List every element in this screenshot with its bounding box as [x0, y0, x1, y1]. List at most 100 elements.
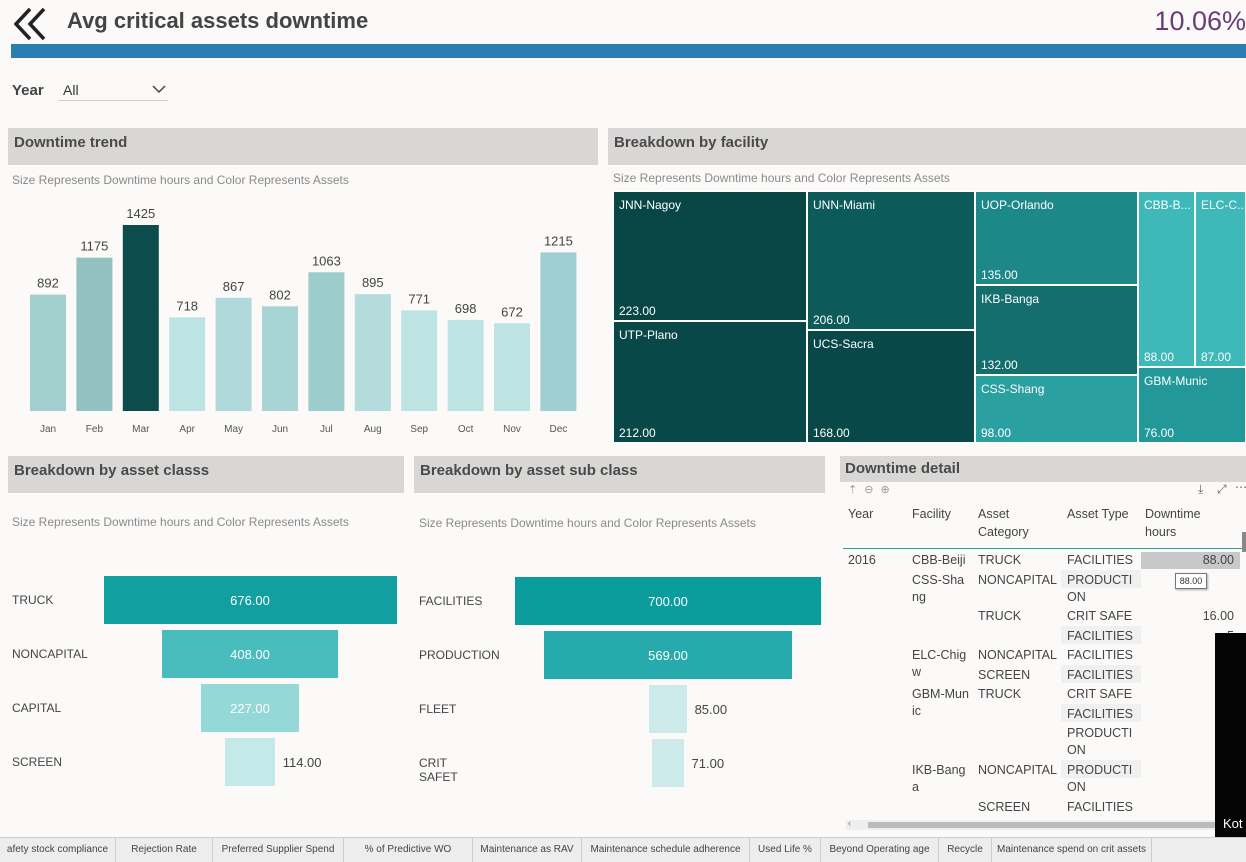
- bar-oct[interactable]: [447, 319, 484, 411]
- cell-type: FACILITIES: [1067, 629, 1133, 643]
- col-header-facility[interactable]: Facility: [912, 505, 951, 523]
- x-tick-label: Nov: [503, 424, 521, 435]
- treemap-cell-value: 87.00: [1201, 350, 1232, 364]
- treemap-cell-value: 168.00: [813, 426, 850, 440]
- downtime-trend-subtitle: Size Represents Downtime hours and Color…: [12, 173, 349, 187]
- cell-hours: 88.00: [1141, 552, 1240, 569]
- chevron-down-icon: [152, 85, 166, 94]
- header-accent-bar: [11, 44, 1246, 58]
- page-tab[interactable]: Rejection Rate: [116, 838, 213, 862]
- funnel-value: 569.00: [648, 648, 688, 663]
- treemap-cell-name: UTP-Plano: [619, 328, 678, 342]
- col-header-category[interactable]: Asset Category: [978, 505, 1048, 541]
- bar-jun[interactable]: [262, 306, 298, 411]
- funnel-bar[interactable]: [225, 738, 275, 786]
- treemap-cell-name: JNN-Nagoy: [619, 198, 682, 212]
- downtime-trend-chart: 892 Jan 1175 Feb 1425 Mar 718 Apr 867 May 802 Jun 10…: [30, 206, 577, 435]
- funnel-label: SCREEN: [12, 755, 63, 769]
- bar-aug[interactable]: [354, 294, 391, 411]
- page-tabs: afety stock compliance Rejection Rate Pref…: [0, 837, 1246, 862]
- bar-dec[interactable]: [540, 252, 577, 411]
- treemap-cell[interactable]: CSS-Shang 98.00: [975, 375, 1138, 443]
- funnel-value: 227.00: [230, 701, 270, 716]
- page-tab[interactable]: Maintenance schedule adherence: [582, 838, 750, 862]
- treemap-cell[interactable]: UCS-Sacra 168.00: [807, 330, 975, 443]
- treemap-cell-value: 76.00: [1144, 426, 1175, 440]
- horizontal-scrollbar[interactable]: ‹: [846, 818, 1234, 830]
- cell-category: TRUCK: [978, 687, 1022, 701]
- bar-feb[interactable]: [76, 257, 113, 411]
- treemap-cell[interactable]: UTP-Plano 212.00: [613, 321, 807, 443]
- drill-icons[interactable]: ⇡ ⊖ ⊕: [848, 483, 892, 496]
- page-tab[interactable]: Recycle: [939, 838, 992, 862]
- cell-category: TRUCK: [978, 609, 1022, 623]
- treemap-cell-name: GBM-Munic: [1144, 374, 1208, 388]
- treemap-cell[interactable]: UNN-Miami 206.00: [807, 191, 975, 330]
- x-tick-label: May: [224, 424, 243, 435]
- treemap-cell-value: 88.00: [1144, 350, 1175, 364]
- treemap-cell[interactable]: CBB-B... 88.00: [1138, 191, 1195, 367]
- funnel-value: 85.00: [694, 702, 728, 717]
- col-header-year[interactable]: Year: [848, 505, 873, 523]
- treemap-cell-name: IKB-Banga: [981, 292, 1040, 306]
- scrollbar-thumb[interactable]: [868, 822, 1223, 828]
- funnel-label: TRUCK: [12, 593, 54, 607]
- x-tick-label: Apr: [179, 424, 195, 435]
- bar-nov[interactable]: [494, 323, 530, 411]
- x-tick-label: Oct: [458, 424, 474, 435]
- bar-value-label: 895: [362, 275, 384, 290]
- back-chevron-icon[interactable]: [12, 6, 52, 42]
- bar-value-label: 1175: [80, 239, 108, 254]
- bar-jul[interactable]: [308, 272, 345, 411]
- bar-value-label: 698: [455, 301, 477, 316]
- col-header-hours[interactable]: Downtime hours: [1145, 505, 1215, 541]
- year-dropdown-value: All: [63, 82, 79, 98]
- facility-title: Breakdown by facility: [608, 128, 1246, 165]
- treemap-cell[interactable]: JNN-Nagoy 223.00: [613, 191, 807, 321]
- bar-value-label: 771: [408, 291, 430, 306]
- page-tab[interactable]: Beyond Operating age: [821, 838, 939, 862]
- treemap-cell-value: 206.00: [813, 313, 850, 327]
- bar-mar[interactable]: [122, 225, 159, 411]
- cell-type: FACILITIES: [1067, 668, 1133, 682]
- treemap-cell-name: UOP-Orlando: [981, 198, 1054, 212]
- page-tab[interactable]: Preferred Supplier Spend: [213, 838, 344, 862]
- asset-sub-class-title: Breakdown by asset sub class: [414, 456, 825, 493]
- treemap-cell[interactable]: ELC-C... 87.00: [1195, 191, 1246, 367]
- x-tick-label: Jan: [40, 424, 56, 435]
- col-header-type[interactable]: Asset Type: [1067, 505, 1129, 523]
- treemap-cell-value: 135.00: [981, 268, 1018, 282]
- treemap-cell[interactable]: UOP-Orlando 135.00: [975, 191, 1138, 285]
- page-tab[interactable]: Maintenance spend on crit assets: [992, 838, 1152, 862]
- bar-apr[interactable]: [169, 317, 206, 411]
- cell-facility: GBM-Munic: [912, 687, 969, 718]
- scroll-left-icon[interactable]: ‹: [848, 818, 851, 828]
- funnel-bar[interactable]: [649, 685, 687, 733]
- more-options-icon[interactable]: ⋯: [1235, 480, 1246, 494]
- page-tab[interactable]: Maintenance as RAV: [473, 838, 582, 862]
- bar-value-label: 1063: [312, 253, 341, 268]
- treemap-cell[interactable]: IKB-Banga 132.00: [975, 285, 1138, 375]
- bar-sep[interactable]: [401, 310, 438, 411]
- cell-facility: CBB-Beiji: [912, 553, 966, 567]
- year-dropdown[interactable]: All: [58, 79, 168, 101]
- treemap-cell-name: CSS-Shang: [981, 382, 1045, 396]
- download-icon[interactable]: ⤓: [1198, 482, 1203, 497]
- bar-value-label: 867: [223, 279, 245, 294]
- bar-may[interactable]: [215, 297, 252, 411]
- page-tab[interactable]: afety stock compliance: [0, 838, 116, 862]
- funnel-value: 114.00: [282, 755, 322, 770]
- funnel-bar[interactable]: [652, 739, 684, 787]
- treemap-cell-value: 132.00: [981, 358, 1018, 372]
- cell-category: SCREEN: [978, 800, 1031, 814]
- bar-jan[interactable]: [30, 294, 66, 411]
- x-tick-label: Mar: [132, 424, 150, 435]
- page-tab[interactable]: % of Predictive WO: [344, 838, 473, 862]
- funnel-label: CAPITAL: [12, 701, 62, 715]
- bar-value-label: 1425: [126, 206, 155, 221]
- treemap-cell[interactable]: GBM-Munic 76.00: [1138, 367, 1246, 443]
- x-tick-label: Dec: [550, 424, 568, 435]
- focus-mode-icon[interactable]: ⤢: [1217, 482, 1227, 497]
- page-tab[interactable]: Used Life %: [750, 838, 821, 862]
- asset-class-title: Breakdown by asset classs: [8, 456, 404, 493]
